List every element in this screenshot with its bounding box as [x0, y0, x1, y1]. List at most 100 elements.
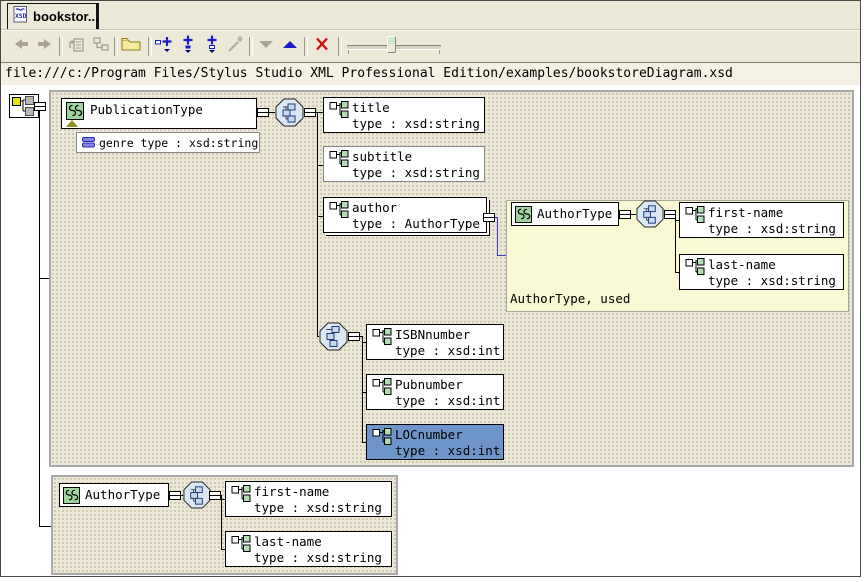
connector[interactable] — [257, 108, 269, 117]
element-icon — [372, 378, 392, 398]
quick-edit-button[interactable] — [224, 35, 246, 57]
model-group-icon[interactable] — [319, 322, 348, 351]
node-type: type : xsd:string — [254, 500, 382, 515]
svg-text:XSD: XSD — [15, 13, 27, 20]
tab-bookstore-diagram[interactable]: XSD bookstor... — [7, 3, 99, 29]
toolbar-separator — [304, 37, 308, 56]
app-window: XSD bookstor... — [0, 0, 861, 577]
tree-line — [362, 336, 363, 443]
add-child-element-button[interactable] — [177, 35, 199, 57]
node-name: first-name — [708, 205, 783, 220]
connector[interactable] — [348, 332, 360, 341]
node-subtitle[interactable]: subtitle type : xsd:string — [323, 146, 485, 182]
show-references-button[interactable] — [90, 35, 112, 57]
node-type: type : xsd:int — [395, 343, 500, 358]
complex-type-icon — [515, 206, 532, 226]
node-publication-type[interactable]: PublicationType — [61, 98, 257, 129]
xsd-file-icon: XSD — [13, 6, 28, 28]
slider-tick — [439, 50, 440, 54]
complex-type-icon — [63, 487, 80, 507]
sequence-icon[interactable] — [183, 481, 211, 509]
blue-plus-box-icon — [202, 34, 222, 59]
triangle-down-icon — [256, 34, 276, 59]
connector[interactable] — [169, 491, 181, 500]
tree-line — [39, 526, 51, 527]
back-button[interactable] — [10, 35, 32, 57]
node-title[interactable]: title type : xsd:string — [323, 97, 485, 133]
toolbar-separator — [148, 37, 152, 56]
move-down-button[interactable] — [255, 35, 277, 57]
node-isbnnumber[interactable]: ISBNnumber type : xsd:int — [366, 324, 504, 360]
move-up-button[interactable] — [279, 35, 301, 57]
node-author-type-used[interactable]: AuthorType — [511, 202, 619, 226]
node-type: type : xsd:int — [395, 443, 500, 458]
element-icon — [372, 328, 392, 348]
element-icon — [685, 206, 705, 226]
element-icon — [685, 258, 705, 278]
delete-button[interactable] — [311, 35, 333, 57]
node-first-name-global[interactable]: first-name type : xsd:string — [225, 481, 392, 517]
tree-line — [675, 214, 676, 272]
sequence-icon[interactable] — [636, 200, 664, 228]
tab-title: bookstor... — [33, 9, 99, 24]
zoom-slider-thumb[interactable] — [387, 36, 396, 53]
add-attribute-button[interactable] — [153, 35, 175, 57]
sequence-icon[interactable] — [275, 98, 304, 127]
connector[interactable] — [209, 491, 221, 500]
node-name: PublicationType — [90, 102, 203, 117]
toolbar-separator — [59, 37, 63, 56]
toolbar-separator — [114, 37, 118, 56]
forward-button[interactable] — [34, 35, 56, 57]
open-folder-button[interactable] — [120, 35, 142, 57]
node-name: AuthorType — [85, 487, 160, 502]
tree-line — [39, 278, 49, 279]
node-author[interactable]: author type : AuthorType — [323, 197, 487, 233]
connector[interactable] — [619, 210, 631, 219]
node-author-type-global[interactable]: AuthorType — [59, 483, 169, 507]
region-caption: AuthorType, used — [510, 291, 630, 306]
goto-definition-button[interactable] — [66, 35, 88, 57]
node-type: type : xsd:string — [352, 165, 480, 180]
node-type: type : xsd:string — [352, 116, 480, 131]
element-icon — [231, 485, 251, 505]
diagram-canvas[interactable]: PublicationType genre type : xsd:string — [1, 86, 860, 576]
node-name: first-name — [254, 484, 329, 499]
node-name: last-name — [708, 257, 776, 272]
collapse-triangle-icon[interactable] — [66, 120, 78, 127]
add-sibling-element-button[interactable] — [201, 35, 223, 57]
element-icon — [329, 150, 349, 170]
type-reference-line — [497, 217, 498, 256]
element-icon — [231, 535, 251, 555]
node-type: type : xsd:string — [708, 221, 836, 236]
node-type: type : xsd:string — [254, 550, 382, 565]
arrow-left-icon — [11, 34, 31, 59]
page-arrow-icon — [67, 34, 87, 59]
node-type: type : AuthorType — [352, 216, 480, 231]
node-locnumber-selected[interactable]: LOCnumber type : xsd:int — [366, 424, 504, 460]
slider-tick — [348, 50, 349, 54]
attribute-genre[interactable]: genre type : xsd:string — [76, 132, 260, 153]
toolbar-separator — [338, 37, 342, 56]
node-pubnumber[interactable]: Pubnumber type : xsd:int — [366, 374, 504, 410]
blue-plus-bar-icon — [154, 34, 174, 59]
node-type: type : xsd:string — [708, 273, 836, 288]
attribute-icon — [82, 137, 95, 151]
node-name: Pubnumber — [395, 377, 463, 392]
attribute-label: genre type : xsd:string — [99, 136, 258, 150]
tab-bar: XSD bookstor... — [1, 1, 860, 30]
connector[interactable] — [304, 108, 316, 117]
node-last-name-global[interactable]: last-name type : xsd:string — [225, 531, 392, 567]
wand-icon — [225, 34, 245, 59]
connector[interactable] — [483, 213, 495, 222]
element-icon — [329, 101, 349, 121]
arrow-right-icon — [35, 34, 55, 59]
tree-line — [39, 111, 40, 527]
node-name: ISBNnumber — [395, 327, 470, 342]
node-name: last-name — [254, 534, 322, 549]
address-bar[interactable]: file:///c:/Program Files/Stylus Studio X… — [1, 62, 860, 86]
node-name: AuthorType — [537, 206, 612, 221]
node-last-name-used[interactable]: last-name type : xsd:string — [679, 254, 844, 290]
root-connector[interactable] — [34, 102, 46, 111]
node-first-name-used[interactable]: first-name type : xsd:string — [679, 202, 844, 238]
element-icon — [372, 428, 392, 448]
